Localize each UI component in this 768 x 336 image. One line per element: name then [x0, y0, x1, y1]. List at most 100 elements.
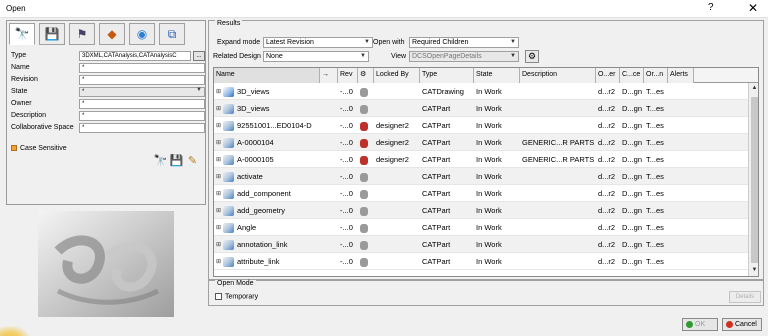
table-row[interactable]: ⊞ 3D_views -...0 CATDrawing In Work d...r2 D..… — [214, 83, 748, 100]
table-row[interactable]: ⊞ 3D_views -...0 CATPart In Work d...r2 D...gn… — [214, 100, 748, 117]
name-label: Name — [11, 64, 30, 71]
view-value: DCSOpenPageDetails — [412, 53, 482, 60]
table-row[interactable]: ⊞ 92551001...ED0104-D -...0 designer2 CATPar… — [214, 117, 748, 134]
table-row[interactable]: ⊞ add_geometry -...0 CATPart In Work d...r2 D.… — [214, 202, 748, 219]
tab-shapes-icon[interactable]: ◆ — [99, 23, 125, 45]
cell-owner: d...r2 — [598, 172, 616, 181]
table-row[interactable]: ⊞ activate -...0 CATPart In Work d...r2 D...gn… — [214, 168, 748, 185]
cell-state: In Work — [476, 155, 502, 164]
column-header-collab-space[interactable]: C...ce — [620, 68, 644, 83]
column-header-alerts[interactable]: Alerts — [668, 68, 694, 83]
temporary-checkbox[interactable] — [215, 293, 222, 300]
column-header-state[interactable]: State — [474, 68, 520, 83]
open-with-select[interactable]: Required Children ▼ — [409, 37, 519, 48]
type-browse-button[interactable]: ... — [193, 51, 205, 61]
cell-owner: d...r2 — [598, 206, 616, 215]
temporary-option[interactable]: Temporary — [215, 293, 258, 300]
table-row[interactable]: ⊞ A-0000105 -...0 designer2 CATPart In Work GE… — [214, 151, 748, 168]
table-row[interactable]: ⊞ annotation_link -...0 CATPart In Work d...r… — [214, 236, 748, 253]
case-sensitive-option[interactable]: Case Sensitive — [11, 145, 67, 152]
cell-rev: -...0 — [340, 87, 353, 96]
column-header-arrow[interactable]: → — [320, 68, 338, 83]
cell-coll: D...gn — [622, 121, 643, 130]
help-button[interactable]: ? — [708, 2, 714, 13]
description-row: Description * — [11, 111, 205, 122]
name-row: Name * — [11, 63, 205, 74]
table-row[interactable]: ⊞ attribute_link -...0 CATPart In Work d...r2… — [214, 253, 748, 270]
globe-icon: ◉ — [136, 27, 148, 41]
expand-icon[interactable]: ⊞ — [216, 152, 222, 168]
expand-icon[interactable]: ⊞ — [216, 186, 222, 202]
cell-coll: D...gn — [622, 138, 643, 147]
cancel-icon — [726, 320, 733, 328]
eraser-icon[interactable]: ✎ — [185, 154, 200, 170]
case-sensitive-checkbox[interactable] — [11, 145, 17, 152]
name-field[interactable]: * — [79, 63, 205, 73]
save-query-icon[interactable]: 💾 — [169, 154, 184, 170]
expand-icon[interactable]: ⊞ — [216, 237, 222, 253]
column-header-organization[interactable]: Or...n — [644, 68, 668, 83]
column-header-type[interactable]: Type — [420, 68, 474, 83]
scroll-up-icon[interactable]: ▲ — [750, 85, 758, 94]
row-name: activate — [237, 172, 263, 181]
open-mode-legend: Open Mode — [215, 280, 256, 287]
expand-icon[interactable]: ⊞ — [216, 84, 222, 100]
unlocked-icon — [360, 189, 368, 199]
cancel-button[interactable]: Cancel — [722, 318, 762, 331]
cell-owner: d...r2 — [598, 257, 616, 266]
revision-field[interactable]: * — [79, 75, 205, 85]
owner-field[interactable]: * — [79, 99, 205, 109]
results-scrollbar[interactable]: ▲ ▼ — [748, 83, 758, 276]
expand-icon[interactable]: ⊞ — [216, 101, 222, 117]
expand-icon[interactable]: ⊞ — [216, 254, 222, 270]
cell-desc — [522, 117, 596, 134]
close-button[interactable]: ✕ — [748, 1, 758, 15]
cell-locked — [376, 100, 420, 117]
cell-rev: -...0 — [340, 189, 353, 198]
table-row[interactable]: ⊞ Angle -...0 CATPart In Work d...r2 D...gn T..… — [214, 219, 748, 236]
table-row[interactable]: ⊞ A-0000104 -...0 designer2 CATPart In Work GE… — [214, 134, 748, 151]
view-label: View — [391, 53, 407, 60]
column-header-locked-by[interactable]: Locked By — [374, 68, 420, 83]
ok-button[interactable]: OK — [682, 318, 718, 331]
expand-mode-select[interactable]: Latest Revision ▼ — [263, 37, 373, 48]
tab-network-icon[interactable]: ⧉ — [159, 23, 185, 45]
chevron-down-icon: ▼ — [364, 39, 370, 45]
expand-icon[interactable]: ⊞ — [216, 118, 222, 134]
row-name: A-0000104 — [237, 138, 274, 147]
part-file-icon — [223, 240, 234, 251]
cell-desc — [522, 253, 596, 270]
expand-icon[interactable]: ⊞ — [216, 135, 222, 151]
cell-coll: D...gn — [622, 104, 643, 113]
tab-binoculars-icon[interactable]: 🔭 — [9, 23, 35, 45]
related-design-select[interactable]: None ▼ — [263, 51, 369, 62]
column-header-name[interactable]: Name — [214, 68, 320, 83]
taskbar-glow — [0, 326, 30, 336]
unlocked-icon — [360, 223, 368, 233]
type-field[interactable]: 3DXML,CATAnalysis,CATAnalysisC — [79, 51, 191, 61]
cell-lock — [360, 202, 374, 219]
table-row[interactable]: ⊞ add_component -...0 CATPart In Work d...r2 D… — [214, 185, 748, 202]
column-header-rev[interactable]: Rev — [338, 68, 358, 83]
expand-icon[interactable]: ⊞ — [216, 203, 222, 219]
tab-save-db-icon[interactable]: 💾 — [39, 23, 65, 45]
collab-space-field[interactable]: * — [79, 123, 205, 133]
cell-owner: d...r2 — [598, 223, 616, 232]
expand-icon[interactable]: ⊞ — [216, 169, 222, 185]
description-field[interactable]: * — [79, 111, 205, 121]
scroll-thumb[interactable] — [751, 97, 758, 263]
cell-state: In Work — [476, 223, 502, 232]
configure-view-button[interactable]: ⚙ — [525, 50, 539, 63]
scroll-down-icon[interactable]: ▼ — [750, 267, 758, 276]
tab-flag-icon[interactable]: ⚑ — [69, 23, 95, 45]
state-select[interactable]: * — [79, 87, 205, 97]
cell-type: CATPart — [422, 257, 451, 266]
search-binoculars-icon[interactable]: 🔭 — [153, 154, 168, 170]
column-header-description[interactable]: Description — [520, 68, 596, 83]
cell-owner: d...r2 — [598, 138, 616, 147]
tab-globe-icon[interactable]: ◉ — [129, 23, 155, 45]
column-header-lock-icon[interactable]: ⚙ — [358, 68, 374, 83]
column-header-owner[interactable]: O...er — [596, 68, 620, 83]
expand-icon[interactable]: ⊞ — [216, 220, 222, 236]
row-name: add_geometry — [237, 206, 285, 215]
